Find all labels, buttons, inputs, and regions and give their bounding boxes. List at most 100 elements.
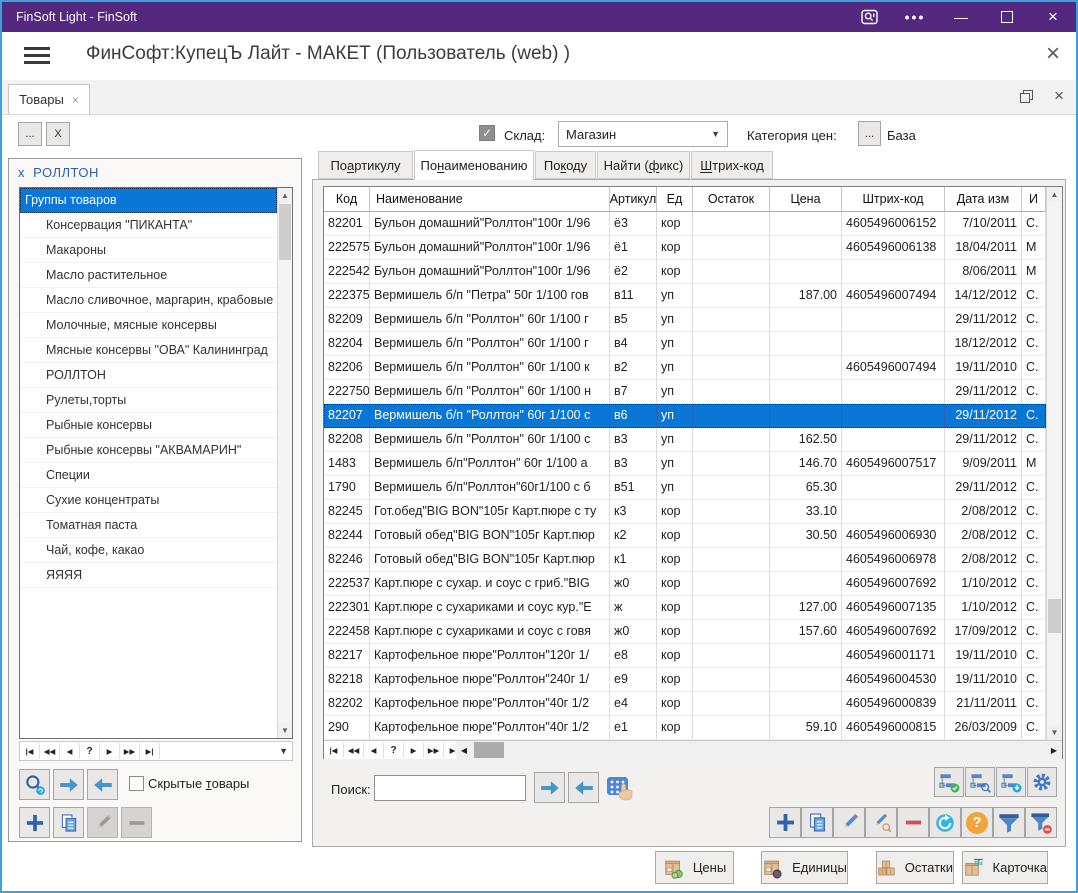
card-button[interactable]: Карточка: [962, 851, 1048, 884]
prices-button[interactable]: Цены: [655, 851, 734, 884]
edit-product-button[interactable]: [833, 807, 865, 838]
nav-first-button[interactable]: |◀: [324, 742, 344, 758]
warehouse-select[interactable]: Магазин ▼: [558, 121, 728, 147]
nav-next-button[interactable]: ▶: [100, 743, 120, 759]
table-row[interactable]: 1790Вермишель б/п"Роллтон"60г1/100 с бв5…: [324, 476, 1046, 500]
table-row[interactable]: 82245Гот.обед"BIG BON"105г Карт.пюре с т…: [324, 500, 1046, 524]
nav-dropdown-icon[interactable]: ▼: [279, 746, 288, 756]
group-item[interactable]: Сухие концентраты: [20, 488, 277, 513]
tabstrip-close-icon[interactable]: ×: [1054, 89, 1064, 103]
nav-fast-prev-button[interactable]: ◀◀: [40, 743, 60, 759]
scroll-down-icon[interactable]: ▼: [1047, 725, 1062, 740]
table-row[interactable]: 82217Картофельное пюре"Роллтон"120г 1/е8…: [324, 644, 1046, 668]
tree-view-search-button[interactable]: [965, 767, 995, 797]
search-tab-5[interactable]: Штрих-код: [691, 151, 773, 179]
column-header[interactable]: Код: [324, 187, 370, 212]
table-row[interactable]: 222542Бульон домашний"Роллтон"100г 1/96ё…: [324, 260, 1046, 284]
group-item[interactable]: Рыбные консервы: [20, 413, 277, 438]
header-close-icon[interactable]: ×: [1046, 41, 1060, 67]
group-item[interactable]: Масло сливочное, маргарин, крабовые п: [20, 288, 277, 313]
refresh-button[interactable]: [929, 807, 961, 838]
group-search-refresh-button[interactable]: [19, 769, 50, 800]
nav-search-button[interactable]: ?: [80, 743, 100, 759]
filter-clear-button[interactable]: х: [18, 165, 25, 180]
group-add-button[interactable]: [19, 807, 50, 838]
scroll-thumb[interactable]: [1048, 599, 1061, 633]
stocks-button[interactable]: Остатки: [876, 851, 954, 884]
group-item[interactable]: Специи: [20, 463, 277, 488]
table-vscrollbar[interactable]: ▲ ▼: [1046, 187, 1062, 740]
group-forward-button[interactable]: [53, 769, 84, 800]
restore-pane-icon[interactable]: [1020, 90, 1032, 102]
nav-next-button[interactable]: ▶: [404, 742, 424, 758]
scroll-up-icon[interactable]: ▲: [278, 188, 292, 203]
units-button[interactable]: Единицы: [761, 851, 848, 884]
group-edit-button[interactable]: [87, 807, 118, 838]
column-header[interactable]: И: [1022, 187, 1046, 212]
search-input[interactable]: [374, 775, 526, 801]
scroll-left-icon[interactable]: ◀: [456, 741, 472, 759]
groups-scrollbar[interactable]: ▲ ▼: [277, 188, 292, 738]
table-hscrollbar[interactable]: ◀ ▶: [456, 741, 1062, 759]
search-back-button[interactable]: [568, 772, 599, 803]
touch-keypad-button[interactable]: [606, 774, 633, 801]
scroll-down-icon[interactable]: ▼: [278, 723, 292, 738]
group-back-button[interactable]: [87, 769, 118, 800]
table-row[interactable]: 82244Готовый обед"BIG BON"105г Карт.пюрк…: [324, 524, 1046, 548]
table-row[interactable]: 82204Вермишель б/п "Роллтон" 60г 1/100 г…: [324, 332, 1046, 356]
group-item[interactable]: Рыбные консервы "АКВАМАРИН": [20, 438, 277, 463]
table-row[interactable]: 82206Вермишель б/п "Роллтон" 60г 1/100 к…: [324, 356, 1046, 380]
add-product-button[interactable]: [769, 807, 801, 838]
table-row[interactable]: 82218Картофельное пюре"Роллтон"240г 1/е9…: [324, 668, 1046, 692]
tree-view-check-button[interactable]: [934, 767, 964, 797]
clear-button[interactable]: X: [46, 122, 70, 146]
group-item[interactable]: Консервация "ПИКАНТА": [20, 213, 277, 238]
price-category-picker-button[interactable]: ...: [858, 121, 881, 146]
search-forward-button[interactable]: [534, 772, 565, 803]
table-settings-button[interactable]: [1027, 767, 1057, 797]
scroll-up-icon[interactable]: ▲: [1047, 187, 1062, 202]
column-header[interactable]: Наименование: [370, 187, 610, 212]
table-row[interactable]: 82209Вермишель б/п "Роллтон" 60г 1/100 г…: [324, 308, 1046, 332]
group-copy-button[interactable]: [53, 807, 84, 838]
group-item[interactable]: Макароны: [20, 238, 277, 263]
minimize-button[interactable]: —: [938, 2, 984, 32]
filter-button[interactable]: [993, 807, 1025, 838]
table-row[interactable]: 82208Вермишель б/п "Роллтон" 60г 1/100 с…: [324, 428, 1046, 452]
group-delete-button[interactable]: [121, 807, 152, 838]
nav-fast-next-button[interactable]: ▶▶: [424, 742, 444, 758]
column-header[interactable]: Артикул: [610, 187, 657, 212]
search-tab-1[interactable]: По артикулу: [318, 151, 413, 179]
scroll-thumb[interactable]: [279, 204, 291, 260]
hamburger-menu-icon[interactable]: [24, 47, 50, 64]
column-header[interactable]: Цена: [770, 187, 842, 212]
delete-product-button[interactable]: [897, 807, 929, 838]
group-item[interactable]: РОЛЛТОН: [20, 363, 277, 388]
find-window-icon[interactable]: [846, 2, 892, 32]
table-row[interactable]: 222301Карт.пюре с сухариками и соус кур.…: [324, 596, 1046, 620]
nav-fast-next-button[interactable]: ▶▶: [120, 743, 140, 759]
copy-product-button[interactable]: [801, 807, 833, 838]
group-item[interactable]: ЯЯЯЯ: [20, 563, 277, 588]
warehouse-checkbox[interactable]: ✓: [479, 125, 495, 141]
close-window-button[interactable]: ×: [1030, 2, 1076, 32]
help-button[interactable]: ?: [961, 807, 993, 838]
column-header[interactable]: Штрих-код: [842, 187, 945, 212]
clear-filter-button[interactable]: [1025, 807, 1057, 838]
maximize-button[interactable]: [984, 2, 1030, 32]
column-header[interactable]: Ед: [657, 187, 693, 212]
tree-view-download-button[interactable]: [996, 767, 1026, 797]
group-item[interactable]: Группы товаров: [20, 188, 277, 213]
more-button[interactable]: ...: [18, 122, 42, 146]
hidden-goods-checkbox[interactable]: [129, 776, 144, 791]
search-tab-2[interactable]: По наименованию: [414, 150, 534, 180]
table-row[interactable]: 1483Вермишель б/п"Роллтон" 60г 1/100 ав3…: [324, 452, 1046, 476]
group-item[interactable]: Молочные, мясные консервы: [20, 313, 277, 338]
scroll-thumb[interactable]: [474, 742, 504, 758]
nav-prev-button[interactable]: ◀: [60, 743, 80, 759]
search-tab-4[interactable]: Найти (фикс): [597, 151, 690, 179]
more-options-icon[interactable]: •••: [892, 2, 938, 32]
table-row[interactable]: 82246Готовый обед"BIG BON"105г Карт.пюрк…: [324, 548, 1046, 572]
search-tab-3[interactable]: По коду: [535, 151, 596, 179]
table-row[interactable]: 82207Вермишель б/п "Роллтон" 60г 1/100 с…: [324, 404, 1046, 428]
